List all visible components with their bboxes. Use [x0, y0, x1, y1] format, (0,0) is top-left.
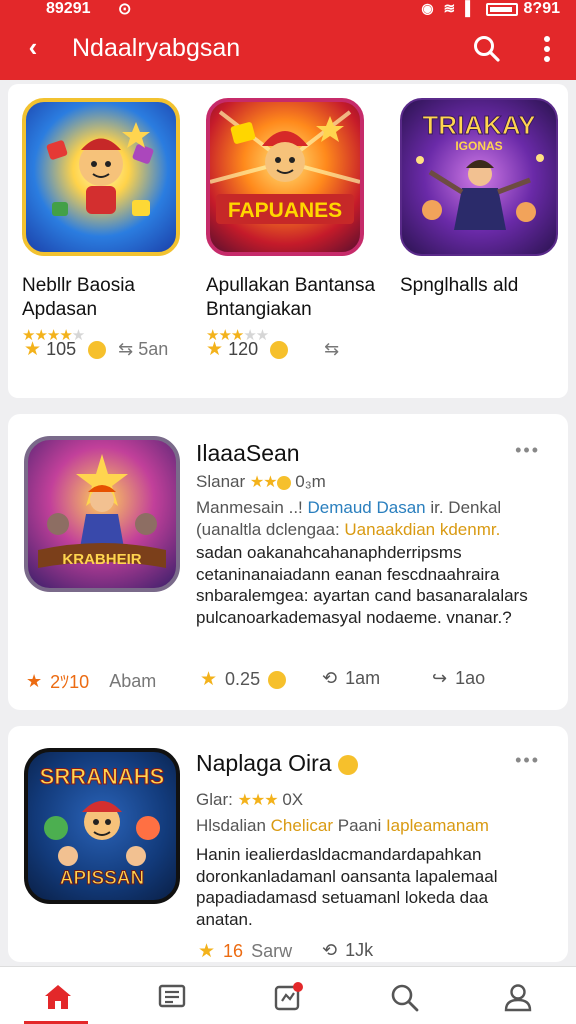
comment-button[interactable]: ⟲ 1am	[322, 668, 380, 689]
emoji-icon	[268, 670, 287, 689]
emoji-icon	[337, 754, 358, 775]
app-icon[interactable]: KRABHEIR	[24, 436, 180, 592]
featured-stats: ★ 105 ⇆ 5an	[24, 338, 168, 361]
rating-display: ★ 16 Sarw	[198, 941, 293, 962]
post-body: sadan oakanahcahanaphderripsms cetaninan…	[196, 543, 528, 627]
status-bar: 89291 ⊙ ◉ ≋ ▌ 8?91	[0, 0, 576, 22]
refresh-icon: ⟲	[322, 940, 338, 960]
featured-app-item[interactable]: Nebllr Baosia Apdasan ★★★★★	[22, 98, 200, 344]
featured-app-item[interactable]: TRIAKAY IGONAS Spnglhalls ald	[400, 98, 576, 298]
more-horizontal-icon[interactable]: •••	[515, 440, 540, 461]
battery-icon	[486, 3, 518, 16]
app-icon[interactable]: SRRANAHS APISSAN	[24, 748, 180, 904]
app-icon[interactable]: TRIAKAY IGONAS	[400, 98, 558, 256]
more-horizontal-icon[interactable]: •••	[515, 750, 540, 771]
app-icon[interactable]	[22, 98, 180, 256]
page-title: Ndaalryabgsan	[72, 34, 241, 62]
emoji-icon	[88, 340, 107, 359]
comment-button[interactable]: ⟲ 1Jk	[322, 940, 373, 961]
star-icon: ★	[200, 669, 218, 690]
featured-app-item[interactable]: FAPUANES Apullakan Bantansa Bntangiakan …	[206, 98, 384, 344]
star-icon: ★	[24, 339, 42, 360]
like-button[interactable]: ★ 0.25	[200, 668, 287, 691]
home-icon[interactable]	[42, 981, 74, 1013]
featured-app-title: Apullakan Bantansa Bntangiakan	[206, 275, 376, 320]
featured-stats: ★ 120 ⇆	[206, 338, 339, 361]
star-icon: ★	[26, 670, 43, 691]
star-icon: ★	[198, 941, 216, 962]
status-time: 89291	[46, 0, 91, 17]
activity-icon[interactable]	[272, 981, 304, 1013]
app-icon-sublabel: IGONAS	[455, 139, 502, 153]
search-icon[interactable]	[388, 981, 420, 1013]
like-button[interactable]: ★ 105	[24, 338, 76, 361]
post-card[interactable]: KRABHEIR IlaaaSean ••• Slanar ★★ 0₃m Man…	[8, 414, 568, 710]
app-icon-sublabel: APISSAN	[60, 868, 144, 889]
back-arrow-icon[interactable]: ‹	[18, 32, 48, 62]
post-body: Hanin iealierdasldacmandardapahkan doron…	[196, 845, 498, 929]
share-button[interactable]: ⇆ 5an	[118, 339, 168, 360]
refresh-icon: ⟲	[322, 668, 338, 688]
post-meta: Glar: ★★★ 0X	[196, 790, 304, 809]
search-icon[interactable]	[472, 34, 500, 62]
more-vertical-icon[interactable]	[534, 34, 560, 64]
post-tagline-2: (uanaltla dclengaa: Uanaakdian kdenmr.	[196, 520, 501, 539]
app-icon[interactable]: FAPUANES	[206, 98, 364, 256]
post-tagline: Hlsdalian Chelicar Paani Iapleamanam	[196, 816, 489, 835]
status-battery-text: 8?91	[523, 0, 560, 17]
app-header: 89291 ⊙ ◉ ≋ ▌ 8?91 ‹ Ndaalryabgsan	[0, 0, 576, 80]
app-icon-label: SRRANAHS	[40, 764, 165, 789]
featured-app-title: Nebllr Baosia Apdasan	[22, 275, 135, 320]
feed-icon[interactable]	[156, 981, 188, 1013]
share-icon: ↪	[432, 668, 448, 688]
bottom-navigation	[0, 966, 576, 1024]
featured-app-title: Spnglhalls ald	[400, 275, 519, 296]
post-tagline: Manmesain ..! Demaud Dasan ir. Denkal	[196, 498, 502, 517]
rating-display: ★ 2ﾂ10 Abam	[26, 670, 157, 693]
post-card[interactable]: SRRANAHS APISSAN Naplaga Oira ••• Glar: …	[8, 726, 568, 962]
post-meta: Slanar ★★ 0₃m	[196, 472, 326, 491]
app-icon-label: KRABHEIR	[62, 551, 141, 568]
post-title[interactable]: IlaaaSean	[196, 440, 300, 467]
signal-wifi-icon: ◉ ≋ ▌	[421, 0, 478, 16]
profile-icon[interactable]	[502, 981, 534, 1013]
emoji-icon	[270, 340, 289, 359]
share-button[interactable]: ↪ 1ao	[432, 668, 485, 689]
featured-apps-card: Nebllr Baosia Apdasan ★★★★★ FAPUANES Apu…	[8, 84, 568, 398]
like-button[interactable]: ★ 120	[206, 338, 258, 361]
notification-icon: ⊙	[118, 1, 132, 18]
star-icon: ★	[206, 339, 224, 360]
app-icon-label: FAPUANES	[228, 199, 342, 222]
post-title[interactable]: Naplaga Oira	[196, 750, 358, 777]
share-icon[interactable]: ⇆	[324, 339, 339, 360]
app-icon-label: TRIAKAY	[422, 110, 535, 140]
